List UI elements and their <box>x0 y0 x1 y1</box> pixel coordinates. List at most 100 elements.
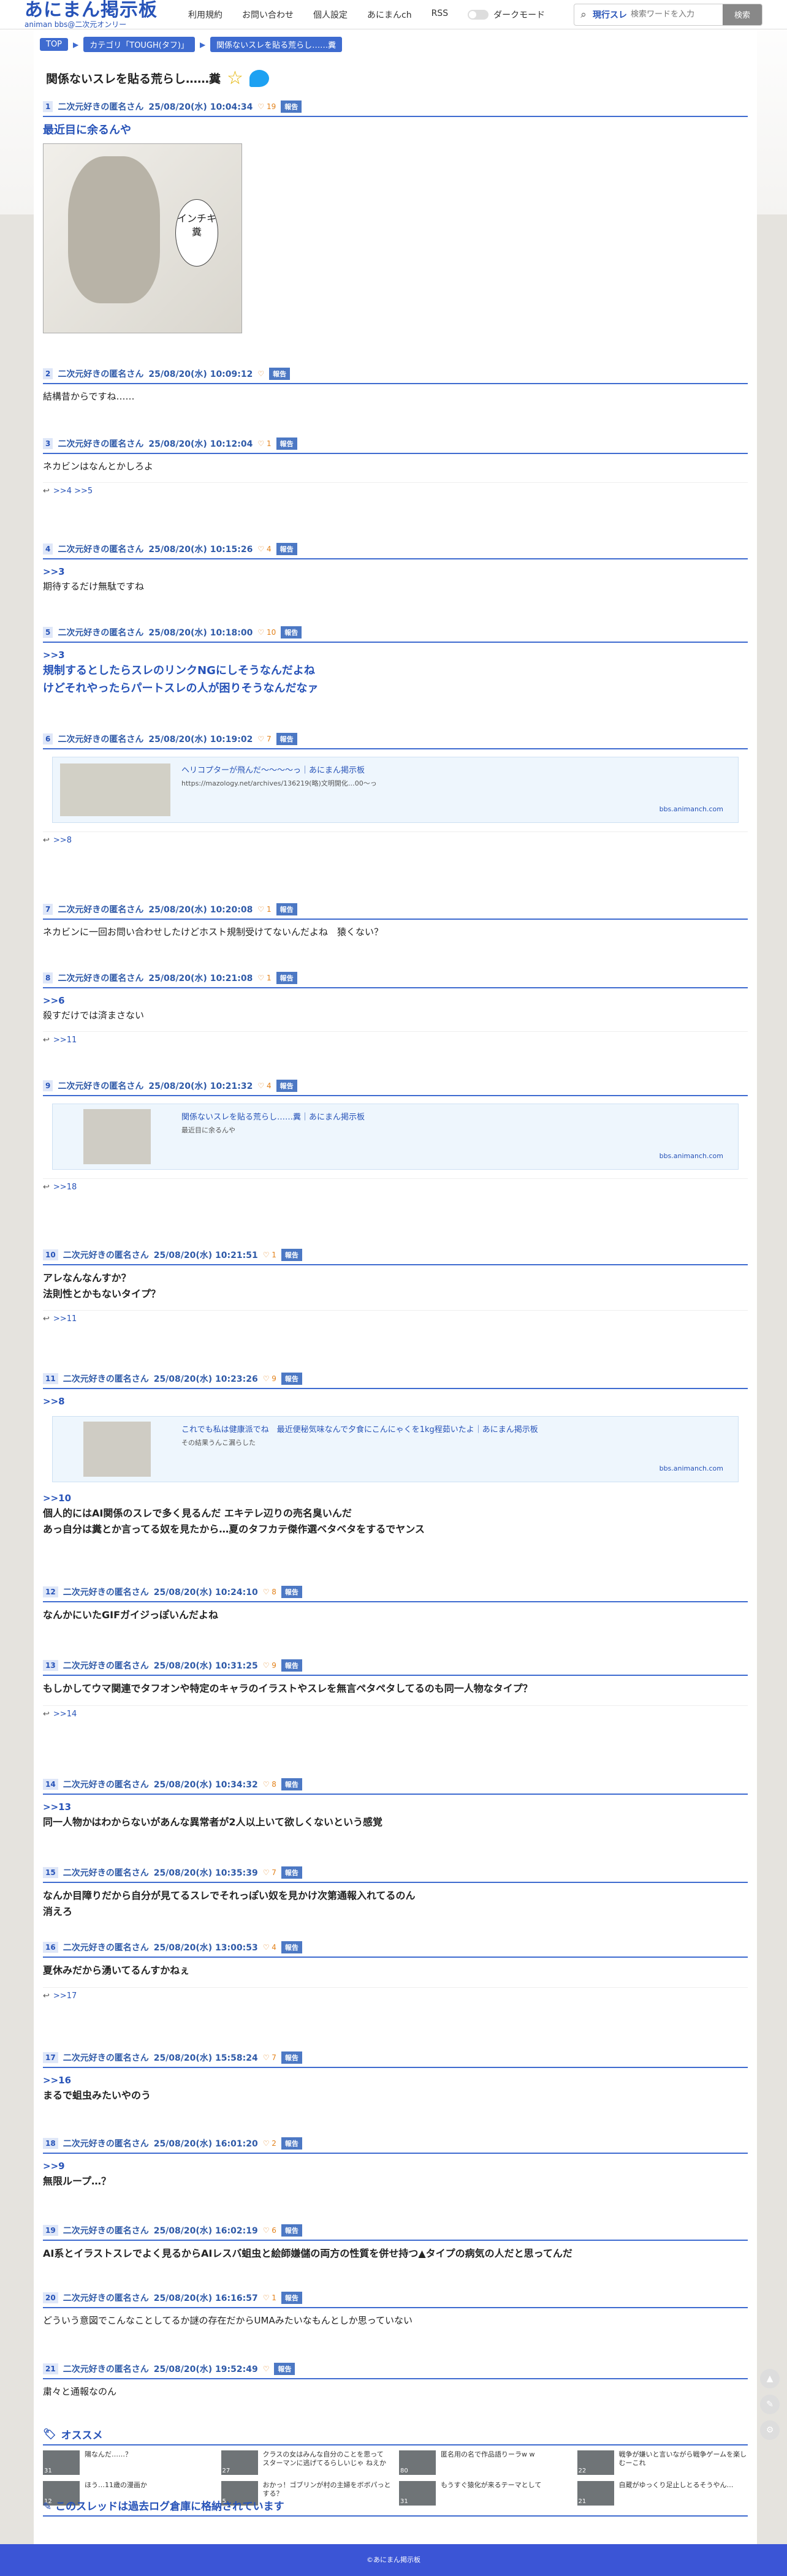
like-button[interactable]: ♡ 8 <box>263 1780 276 1789</box>
reply-refs[interactable]: ↩ >>11 <box>43 1031 748 1045</box>
post-number[interactable]: 3 <box>43 438 53 449</box>
recommend-text[interactable]: ほう…11歳の漫画か <box>85 2481 147 2490</box>
report-button[interactable]: 報告 <box>281 100 302 113</box>
nav-settings[interactable]: 個人設定 <box>313 9 348 21</box>
favorite-star-icon[interactable]: ☆ <box>227 67 243 89</box>
link-card[interactable]: 関係ないスレを貼る荒らし……糞｜あにまん掲示板 最近目に余るんや bbs.anima… <box>52 1104 739 1170</box>
reply-links[interactable]: >>18 <box>53 1183 77 1192</box>
report-button[interactable]: 報告 <box>281 1249 302 1261</box>
reply-links[interactable]: >>14 <box>53 1710 77 1719</box>
report-button[interactable]: 報告 <box>274 2363 295 2375</box>
like-button[interactable]: ♡ 19 <box>257 102 276 111</box>
reply-refs[interactable]: ↩ >>11 <box>43 1310 748 1324</box>
search-scope[interactable]: 現行スレ <box>593 9 631 21</box>
report-button[interactable]: 報告 <box>276 438 297 450</box>
recommend-thumbnail[interactable]: 27 <box>221 2450 258 2475</box>
reply-anchor[interactable]: >>9 <box>43 2159 748 2173</box>
like-button[interactable]: ♡ 6 <box>263 2226 276 2235</box>
recommend-text[interactable]: クラスの女はみんな自分のことを思って スターマンに逃げてるらしいじゃ ねえか <box>263 2450 392 2468</box>
recommend-text[interactable]: もうすぐ猿化が来るテーマとして <box>441 2481 541 2490</box>
post-number[interactable]: 15 <box>43 1867 58 1878</box>
report-button[interactable]: 報告 <box>276 733 297 745</box>
recommend-thumbnail[interactable]: 31 <box>43 2450 80 2475</box>
twitter-icon[interactable] <box>249 69 269 87</box>
like-button[interactable]: ♡ 10 <box>257 628 276 637</box>
reply-refs[interactable]: ↩ >>4 >>5 <box>43 482 748 496</box>
report-button[interactable]: 報告 <box>281 2292 302 2304</box>
reply-links[interactable]: >>11 <box>53 1314 77 1324</box>
settings-gear-icon[interactable]: ⚙ <box>760 2420 780 2440</box>
recommend-thumbnail[interactable]: 80 <box>399 2450 436 2475</box>
like-button[interactable]: ♡ 9 <box>263 1661 276 1670</box>
post-number[interactable]: 2 <box>43 368 53 379</box>
report-button[interactable]: 報告 <box>281 1586 302 1598</box>
reply-refs[interactable]: ↩ >>18 <box>43 1178 748 1192</box>
reply-anchor[interactable]: >>10 <box>43 1491 748 1506</box>
site-title[interactable]: あにまん掲示板 <box>25 1 158 20</box>
search-button[interactable]: 検索 <box>723 4 762 25</box>
like-button[interactable]: ♡ 7 <box>263 1868 276 1877</box>
post-number[interactable]: 9 <box>43 1080 53 1091</box>
like-button[interactable]: ♡ <box>263 2365 270 2373</box>
reply-refs[interactable]: ↩ >>8 <box>43 832 748 845</box>
scroll-top-icon[interactable]: ▲ <box>760 2369 780 2388</box>
nav-terms[interactable]: 利用規約 <box>188 9 222 21</box>
nav-contact[interactable]: お問い合わせ <box>242 9 294 21</box>
post-number[interactable]: 19 <box>43 2225 58 2236</box>
report-button[interactable]: 報告 <box>281 2137 302 2150</box>
post-number[interactable]: 8 <box>43 972 53 983</box>
link-title[interactable]: ヘリコプターが飛んだ〜〜〜〜っ｜あにまん掲示板 <box>181 765 365 778</box>
like-button[interactable]: ♡ 2 <box>263 2139 276 2148</box>
breadcrumb-category[interactable]: カテゴリ「TOUGH(タフ)」 <box>83 37 195 52</box>
post-number[interactable]: 11 <box>43 1373 58 1384</box>
report-button[interactable]: 報告 <box>276 543 297 555</box>
breadcrumb-thread[interactable]: 関係ないスレを貼る荒らし……糞 <box>210 37 343 52</box>
reply-links[interactable]: >>17 <box>53 1991 77 2001</box>
post-number[interactable]: 10 <box>43 1249 58 1260</box>
reply-refs[interactable]: ↩ >>17 <box>43 1987 748 2001</box>
like-button[interactable]: ♡ 1 <box>263 1251 276 1259</box>
like-button[interactable]: ♡ <box>257 369 264 378</box>
post-number[interactable]: 18 <box>43 2138 58 2149</box>
report-button[interactable]: 報告 <box>276 972 297 984</box>
dark-mode-toggle[interactable]: ダークモード <box>468 9 545 21</box>
recommend-text[interactable]: 自蔵がゆっくり足止しとるそうやん… <box>619 2481 734 2490</box>
like-button[interactable]: ♡ 1 <box>257 439 271 448</box>
like-button[interactable]: ♡ 7 <box>263 2053 276 2062</box>
report-button[interactable]: 報告 <box>269 368 291 380</box>
recommend-text[interactable]: 戦争が嫌いと言いながら戦争ゲームを楽しむーこれ <box>619 2450 748 2468</box>
like-button[interactable]: ♡ 1 <box>257 974 271 982</box>
post-number[interactable]: 1 <box>43 101 53 112</box>
post-number[interactable]: 20 <box>43 2292 58 2303</box>
reply-links[interactable]: >>4 >>5 <box>53 487 93 496</box>
post-number[interactable]: 4 <box>43 544 53 555</box>
toggle-switch[interactable] <box>468 9 489 20</box>
reply-anchor[interactable]: >>8 <box>43 1394 748 1409</box>
report-button[interactable]: 報告 <box>281 1941 302 1953</box>
post-number[interactable]: 21 <box>43 2363 58 2374</box>
reply-anchor[interactable]: >>3 <box>43 564 748 579</box>
nav-rss[interactable]: RSS <box>432 9 449 21</box>
link-title[interactable]: これでも私は健康派でね 最近便秘気味なんで夕食にこんにゃくを1kg程茹いたよ｜あ… <box>181 1424 538 1437</box>
report-button[interactable]: 報告 <box>276 1080 297 1092</box>
like-button[interactable]: ♡ 1 <box>257 905 271 914</box>
like-button[interactable]: ♡ 1 <box>263 2294 276 2302</box>
like-button[interactable]: ♡ 4 <box>257 545 271 553</box>
like-button[interactable]: ♡ 8 <box>263 1588 276 1596</box>
post-image[interactable]: インチキ 糞 <box>43 143 242 333</box>
like-button[interactable]: ♡ 9 <box>263 1374 276 1383</box>
link-title[interactable]: 関係ないスレを貼る荒らし……糞｜あにまん掲示板 <box>181 1112 365 1124</box>
compose-icon[interactable]: ✎ <box>760 2395 780 2414</box>
reply-anchor[interactable]: >>13 <box>43 1800 748 1814</box>
recommend-item[interactable]: 31 陽なんだ……？ <box>43 2450 214 2477</box>
search-input[interactable] <box>631 4 723 25</box>
recommend-thumbnail[interactable]: 22 <box>577 2450 614 2475</box>
recommend-text[interactable]: 陽なんだ……？ <box>85 2450 132 2459</box>
like-button[interactable]: ♡ 7 <box>257 735 271 743</box>
post-number[interactable]: 17 <box>43 2052 58 2063</box>
recommend-text[interactable]: 匿名用の名で作品語りーラw w <box>441 2450 535 2459</box>
report-button[interactable]: 報告 <box>281 2051 302 2064</box>
report-button[interactable]: 報告 <box>276 903 297 915</box>
like-button[interactable]: ♡ 4 <box>257 1082 271 1090</box>
reply-anchor[interactable]: >>3 <box>43 648 748 662</box>
